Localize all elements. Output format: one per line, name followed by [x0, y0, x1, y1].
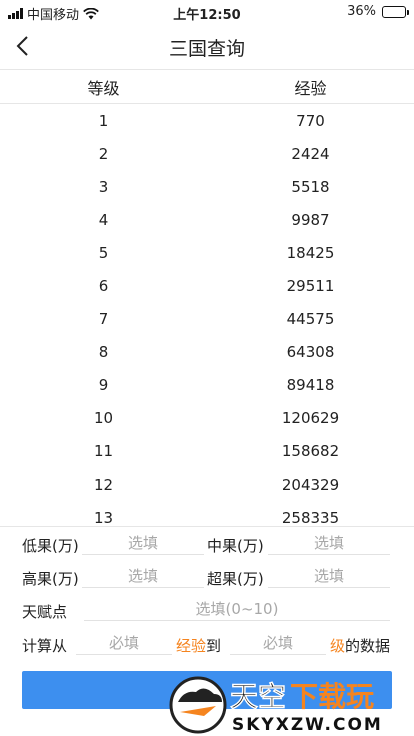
level-cell: 6: [98, 277, 109, 296]
high-fruit-input[interactable]: [82, 564, 204, 588]
level-cell: 3: [98, 177, 109, 196]
level-header: 等级: [87, 78, 120, 98]
exp-cell: 89418: [286, 376, 335, 395]
to-level-input[interactable]: [230, 631, 326, 655]
status-bar: 中国移动 上午12:50 36%: [0, 0, 414, 23]
high-fruit-label: 高果(万): [22, 570, 79, 588]
exp-cell: 9987: [291, 210, 330, 229]
exp-header: 经验: [294, 78, 327, 98]
level-word: 级: [330, 637, 346, 655]
table-row: 1 770: [0, 104, 414, 137]
talent-label: 天赋点: [22, 603, 68, 621]
table-row: 12 204329: [0, 468, 414, 501]
table-row: 8 64308: [0, 336, 414, 369]
form-row-fruit-1: 低果(万) 中果(万): [0, 527, 414, 560]
svg-text:天空: 天空: [230, 680, 286, 713]
table-row: 2 2424: [0, 137, 414, 170]
form-row-talent: 天赋点: [0, 593, 414, 626]
level-cell: 4: [98, 210, 109, 229]
battery-percent: 36%: [347, 4, 376, 19]
table-header: 等级 经验: [0, 70, 414, 104]
exp-cell: 204329: [281, 475, 340, 494]
talent-input[interactable]: [84, 597, 390, 621]
exp-word: 经验: [176, 637, 207, 655]
level-cell: 7: [98, 310, 109, 329]
exp-cell: 64308: [286, 343, 335, 362]
table-row: 4 9987: [0, 203, 414, 236]
mid-fruit-input[interactable]: [268, 531, 390, 555]
exp-cell: 258335: [281, 508, 340, 526]
exp-cell: 18425: [286, 243, 335, 262]
table-row: 13 258335: [0, 501, 414, 526]
form-row-fruit-2: 高果(万) 超果(万): [0, 560, 414, 593]
level-cell: 13: [93, 508, 114, 526]
table-row: 6 29511: [0, 269, 414, 302]
level-cell: 11: [93, 442, 114, 461]
low-fruit-input[interactable]: [82, 531, 204, 555]
table-row: 10 120629: [0, 402, 414, 435]
level-cell: 8: [98, 343, 109, 362]
low-fruit-label: 低果(万): [22, 537, 79, 555]
level-cell: 10: [93, 409, 114, 428]
level-cell: 5: [98, 243, 109, 262]
exp-cell: 770: [296, 111, 325, 130]
table-row: 9 89418: [0, 369, 414, 402]
exp-cell: 158682: [281, 442, 340, 461]
super-fruit-input[interactable]: [268, 564, 390, 588]
level-cell: 12: [93, 475, 114, 494]
calc-from-label: 计算从: [22, 637, 68, 655]
super-fruit-label: 超果(万): [207, 570, 264, 588]
exp-cell: 44575: [286, 310, 335, 329]
table-row: 5 18425: [0, 236, 414, 269]
exp-cell: 5518: [291, 177, 330, 196]
calc-form: 低果(万) 中果(万) 高果(万) 超果(万) 天赋点 计算从 经验到 级的数据: [0, 526, 414, 655]
table-row: 3 5518: [0, 170, 414, 203]
level-cell: 2: [98, 144, 109, 163]
page-title: 三国查询: [168, 38, 245, 60]
table-row: 11 158682: [0, 435, 414, 468]
mid-fruit-label: 中果(万): [207, 537, 264, 555]
battery-icon: [382, 5, 409, 18]
to-word: 到: [206, 637, 222, 655]
level-cell: 1: [98, 111, 109, 130]
exp-cell: 2424: [291, 144, 330, 163]
exp-cell: 120629: [281, 409, 340, 428]
skyxzw-watermark-logo: 天空 下载玩 SKYXZW.COM: [169, 676, 383, 735]
exp-cell: 29511: [286, 277, 335, 296]
svg-text:下载玩: 下载玩: [290, 680, 374, 713]
level-table[interactable]: 等级 经验 1 770 2 2424 3 5518 4 9987 5 18425 6 29511 7 44…: [0, 70, 414, 526]
data-word: 的数据: [345, 637, 391, 655]
level-cell: 9: [98, 376, 109, 395]
from-exp-input[interactable]: [76, 631, 172, 655]
table-row: 7 44575: [0, 303, 414, 336]
nav-bar: 三国查询: [0, 22, 414, 70]
svg-text:SKYXZW.COM: SKYXZW.COM: [232, 715, 383, 735]
form-row-range: 计算从 经验到 级的数据: [0, 627, 414, 660]
